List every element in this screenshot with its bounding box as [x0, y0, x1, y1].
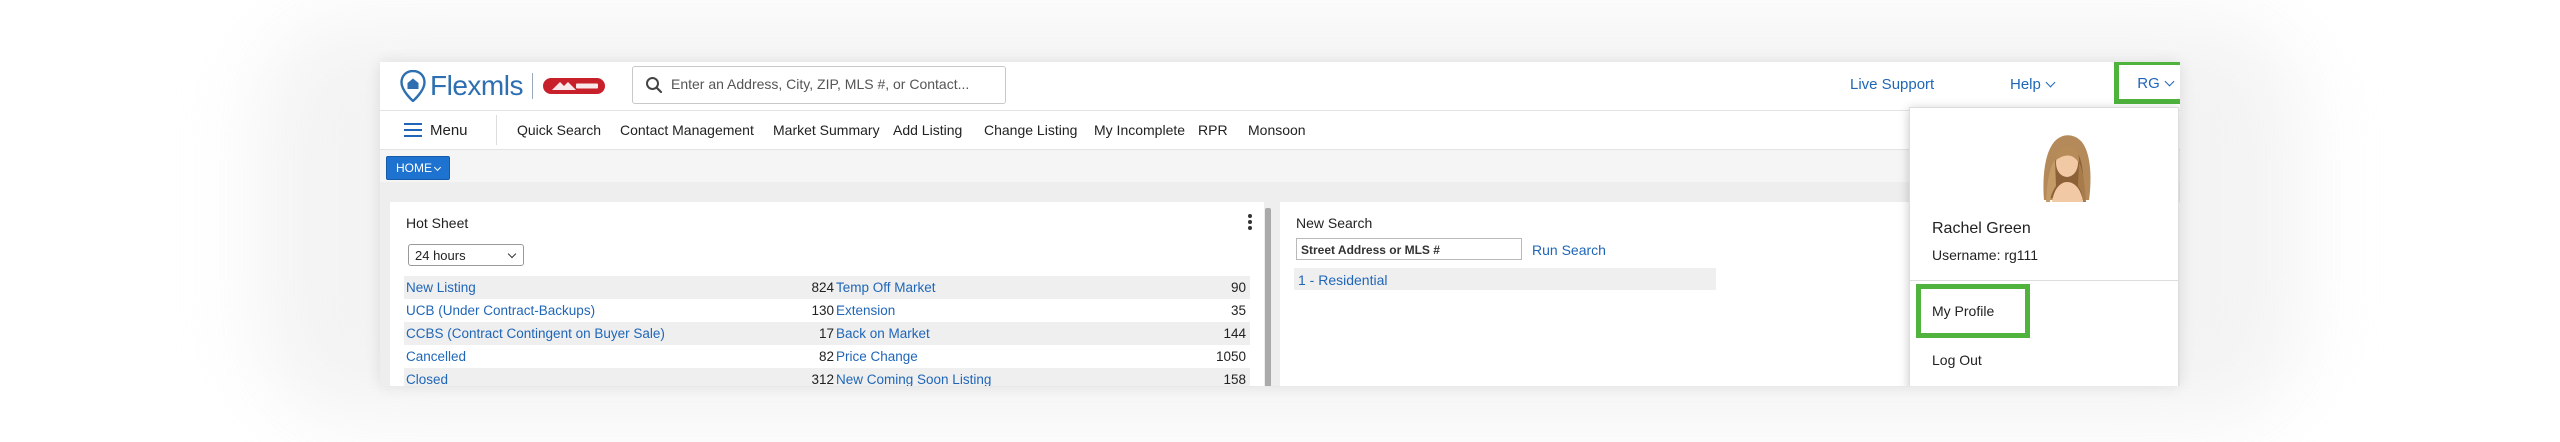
chevron-down-icon [507, 249, 517, 259]
nav-my-incomplete[interactable]: My Incomplete [1094, 122, 1185, 138]
new-search-title: New Search [1296, 215, 1373, 231]
table-row: UCB (Under Contract-Backups) 130 Extensi… [404, 299, 1250, 322]
search-icon [646, 77, 663, 94]
hamburger-icon [404, 123, 422, 137]
nav-rpr[interactable]: RPR [1198, 122, 1228, 138]
hot-sheet-count: 17 [818, 326, 834, 341]
app-window: Flexmls Live Support Help RG Menu [380, 62, 2180, 386]
hot-sheet-count: 312 [811, 372, 834, 386]
flexmls-logo[interactable]: Flexmls [400, 68, 606, 104]
hot-sheet-link[interactable]: CCBS (Contract Contingent on Buyer Sale) [406, 326, 665, 341]
nav-monsoon[interactable]: Monsoon [1248, 122, 1306, 138]
period-select[interactable]: 24 hours [408, 244, 524, 266]
hot-sheet-link[interactable]: New Coming Soon Listing [836, 372, 991, 386]
hot-sheet-count: 90 [1230, 280, 1246, 295]
table-row: New Listing 824 Temp Off Market 90 [404, 276, 1250, 299]
period-value: 24 hours [415, 248, 466, 263]
hot-sheet-link[interactable]: Extension [836, 303, 895, 318]
run-search-link[interactable]: Run Search [1532, 242, 1606, 258]
avatar [2036, 130, 2096, 202]
hot-sheet-link[interactable]: New Listing [406, 280, 476, 295]
profile-dropdown: Rachel Green Username: rg111 My Profile … [1909, 107, 2179, 386]
nav-quick-search[interactable]: Quick Search [517, 122, 601, 138]
top-bar: Flexmls Live Support Help RG [380, 62, 2180, 111]
hot-sheet-count: 82 [818, 349, 834, 364]
user-menu-button[interactable]: RG [2114, 62, 2180, 104]
nav-contact-management[interactable]: Contact Management [620, 122, 754, 138]
hot-sheet-link[interactable]: Temp Off Market [836, 280, 936, 295]
logo-divider [531, 73, 533, 99]
menu-label: Menu [430, 121, 468, 139]
search-result-link[interactable]: 1 - Residential [1298, 272, 1388, 288]
hot-sheet-count: 1050 [1215, 349, 1246, 364]
hot-sheet-link[interactable]: Price Change [836, 349, 918, 364]
search-input[interactable] [671, 67, 991, 101]
menu-button[interactable]: Menu [404, 121, 468, 139]
hot-sheet-count: 144 [1223, 326, 1246, 341]
chevron-down-icon [2045, 77, 2056, 88]
armls-logo [542, 78, 605, 94]
menu-divider [1910, 280, 2178, 281]
profile-name: Rachel Green [1932, 220, 2031, 237]
home-label: HOME [396, 161, 432, 175]
my-profile-item[interactable]: My Profile [1916, 284, 2030, 338]
table-row: Cancelled 82 Price Change 1050 [404, 345, 1250, 368]
hot-sheet-count: 824 [811, 280, 834, 295]
nav-change-listing[interactable]: Change Listing [984, 122, 1077, 138]
hot-sheet-count: 35 [1230, 303, 1246, 318]
panel-scrollbar[interactable] [1265, 208, 1271, 386]
nav-market-summary[interactable]: Market Summary [773, 122, 880, 138]
chevron-down-icon [2164, 76, 2175, 87]
hot-sheet-link[interactable]: UCB (Under Contract-Backups) [406, 303, 595, 318]
nav-add-listing[interactable]: Add Listing [893, 122, 962, 138]
global-search [632, 66, 1006, 104]
user-initials: RG [2137, 75, 2160, 92]
home-pin-icon [400, 70, 426, 102]
profile-username: Username: rg111 [1932, 247, 2039, 263]
nav-divider [496, 115, 497, 145]
list-item: 1 - Residential [1294, 268, 1716, 290]
chevron-down-icon [433, 163, 442, 172]
home-button[interactable]: HOME [386, 156, 450, 180]
table-row: CCBS (Contract Contingent on Buyer Sale)… [404, 322, 1250, 345]
live-support-link[interactable]: Live Support [1850, 76, 1934, 93]
help-menu[interactable]: Help [2010, 76, 2056, 93]
hot-sheet-link[interactable]: Cancelled [406, 349, 466, 364]
more-options-icon[interactable] [1248, 214, 1252, 230]
log-out-item[interactable]: Log Out [1932, 352, 1982, 368]
help-label: Help [2010, 76, 2041, 93]
hot-sheet-panel: Hot Sheet 24 hours New Listing 824 Temp … [390, 202, 1264, 386]
logo-text: Flexmls [430, 70, 523, 101]
hot-sheet-title: Hot Sheet [406, 215, 469, 231]
hot-sheet-link[interactable]: Closed [406, 372, 448, 386]
my-profile-label: My Profile [1932, 303, 1995, 319]
hot-sheet-count: 130 [811, 303, 834, 318]
hot-sheet-link[interactable]: Back on Market [836, 326, 930, 341]
table-row: Closed 312 New Coming Soon Listing 158 [404, 368, 1250, 386]
address-mls-field[interactable]: Street Address or MLS # [1296, 238, 1522, 260]
hot-sheet-count: 158 [1223, 372, 1246, 386]
